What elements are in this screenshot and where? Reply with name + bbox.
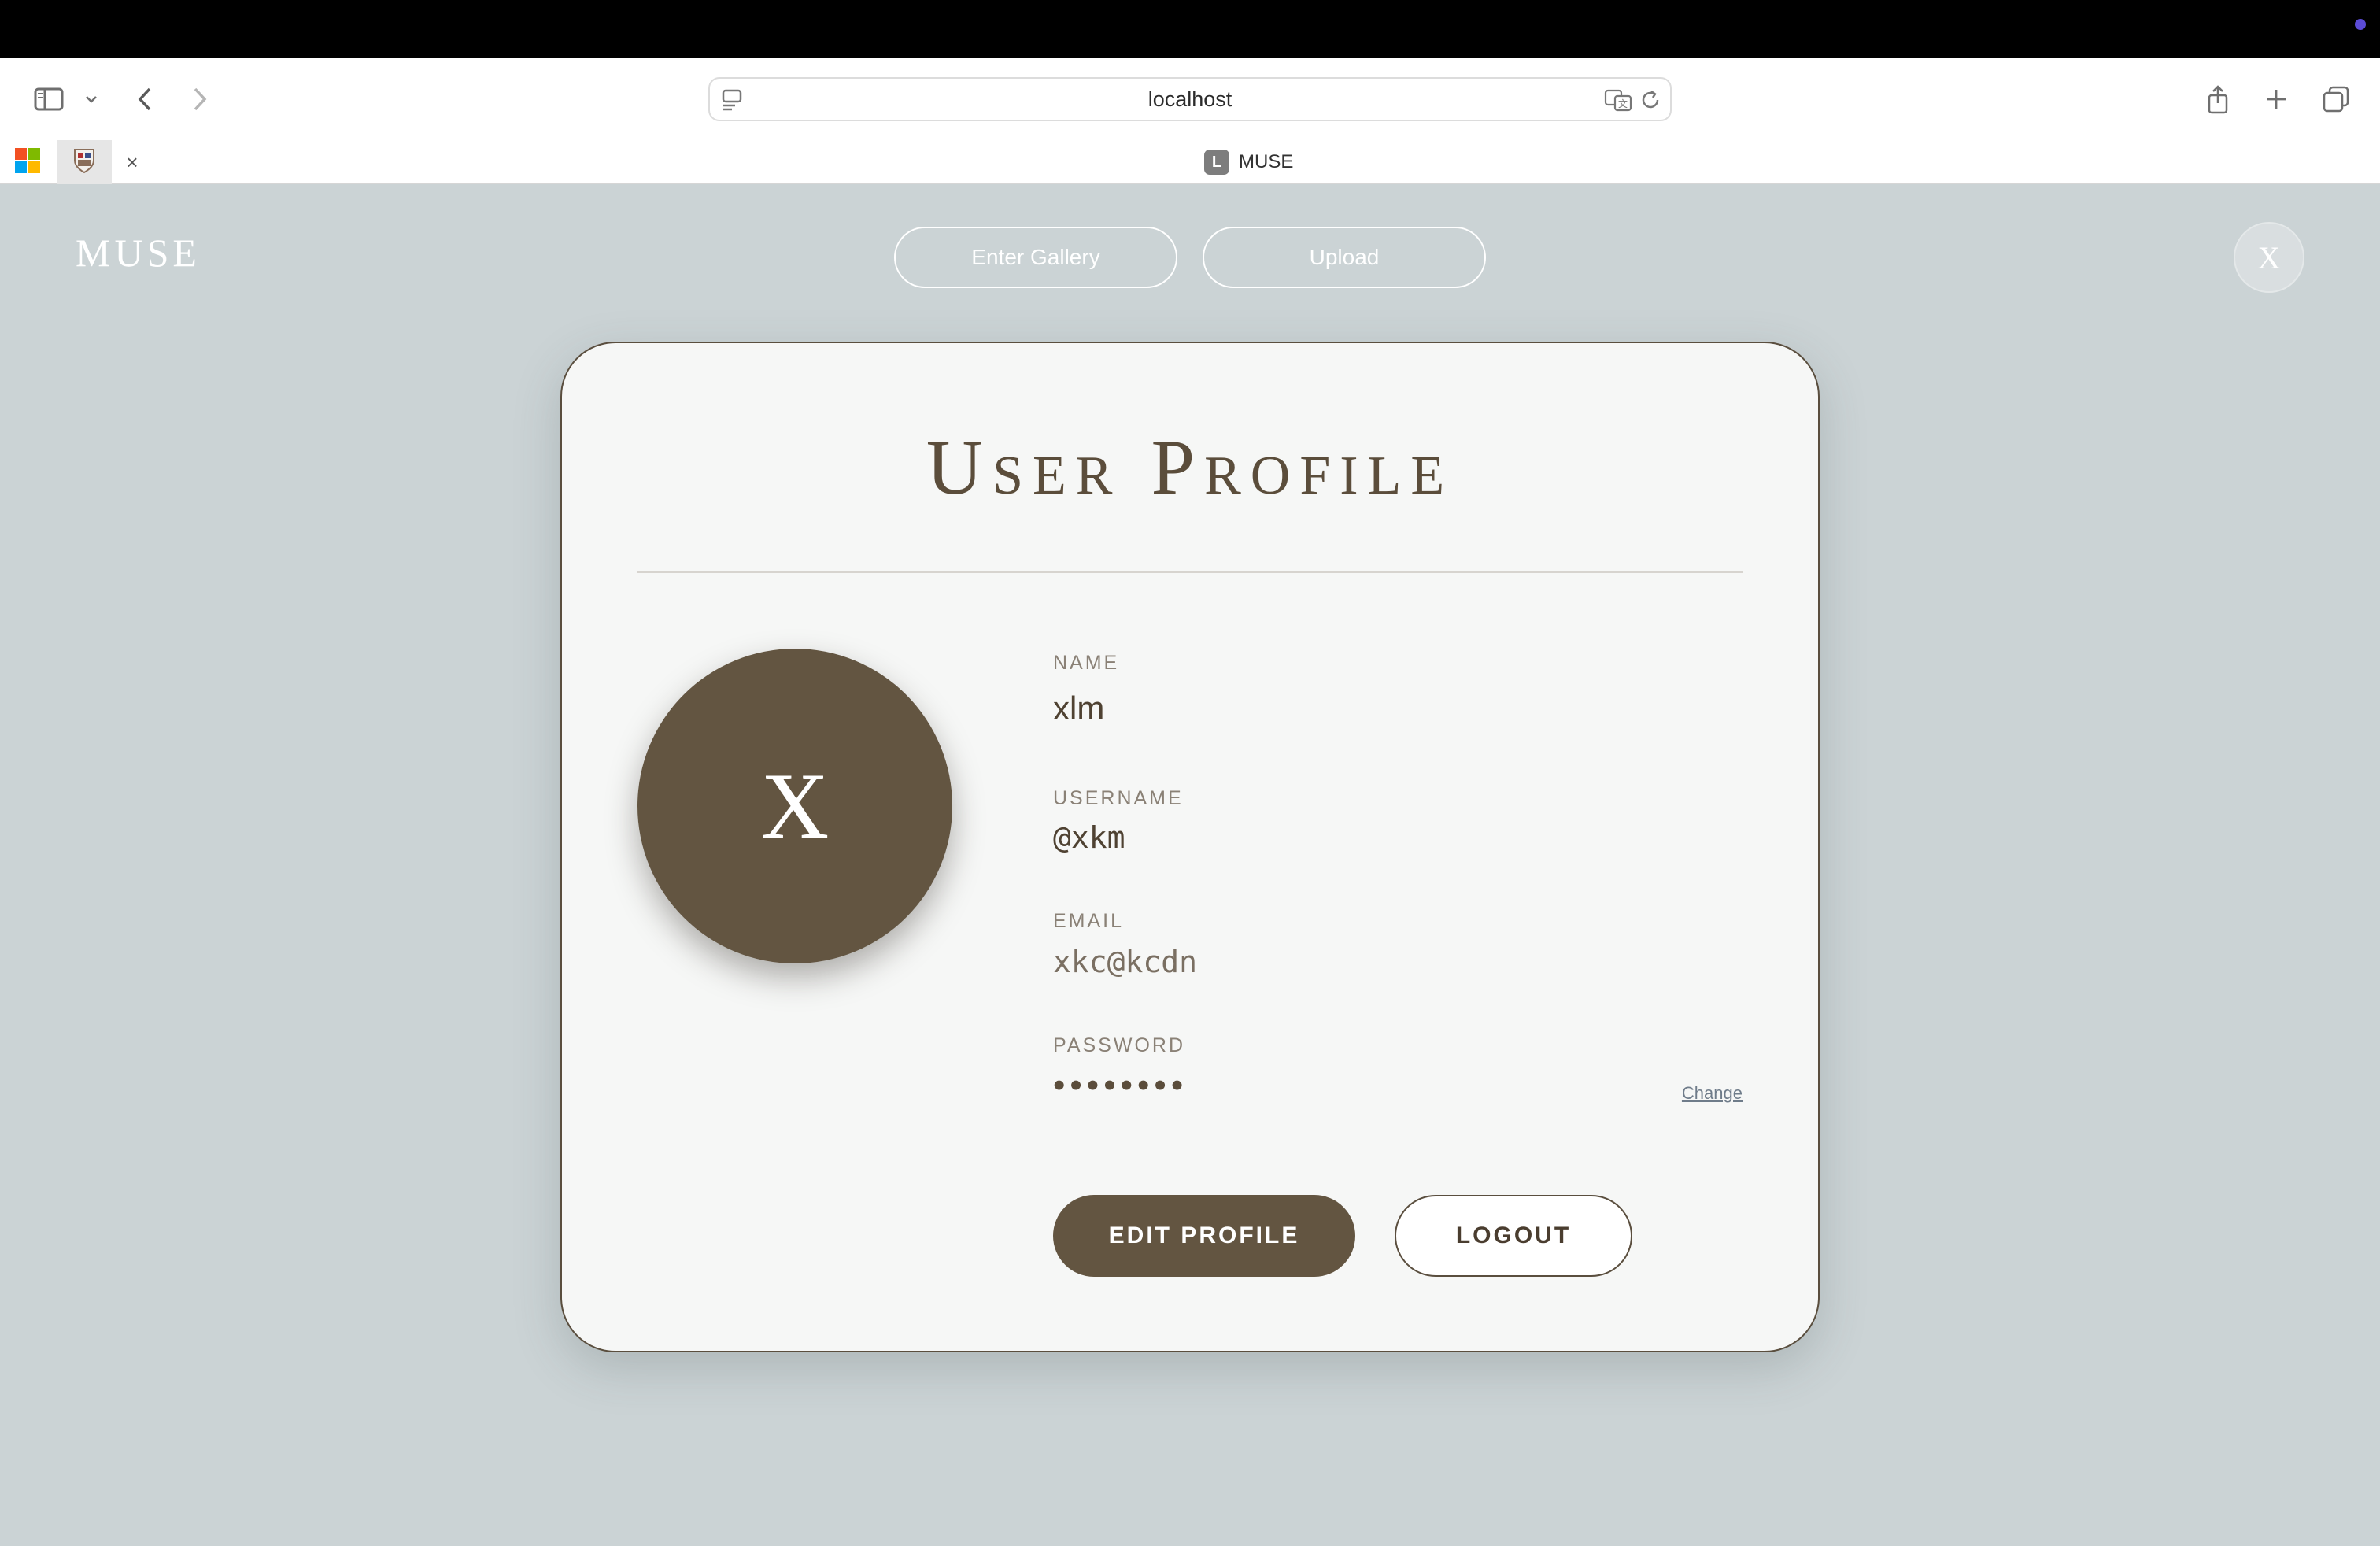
username-label: USERNAME [1053,787,1184,809]
tabs-icon[interactable] [2320,77,2352,121]
password-value: •••••••• [1053,1066,1188,1104]
plus-icon[interactable] [2260,77,2292,121]
active-tab[interactable]: L MUSE [1204,140,1293,184]
edit-profile-button[interactable]: EDIT PROFILE [1053,1195,1355,1277]
tab-title: MUSE [1239,151,1294,172]
tab-strip: × L MUSE [0,140,2380,184]
reload-icon[interactable] [1639,88,1662,116]
sidebar-icon[interactable] [30,77,68,121]
profile-avatar: X [638,649,952,963]
username-value: @xkm [1053,820,1125,855]
chevron-left-icon[interactable] [131,77,159,121]
brand-logo[interactable]: MUSE [76,230,201,276]
name-value: xlm [1053,690,1105,727]
enter-gallery-button[interactable]: Enter Gallery [894,227,1177,288]
email-value: xkc@kcdn [1053,945,1198,979]
translate-icon[interactable]: 文 [1604,88,1634,116]
user-avatar-button[interactable]: X [2234,222,2304,293]
title-divider [638,571,1743,573]
system-menu-bar [0,0,2380,58]
chevron-down-icon[interactable] [82,77,101,121]
password-label: PASSWORD [1053,1034,1185,1056]
logout-button[interactable]: LOGOUT [1395,1195,1632,1277]
profile-card: User Profile X NAME xlm USERNAME @xkm EM… [560,342,1820,1352]
tab-close-icon[interactable]: × [116,140,148,184]
chevron-right-icon[interactable] [186,77,214,121]
status-dot-icon [2355,19,2366,30]
email-label: EMAIL [1053,910,1125,932]
change-password-link[interactable]: Change [1682,1083,1743,1104]
page-title: User Profile [926,423,1454,511]
svg-text:文: 文 [1618,98,1628,109]
windows-logo-icon [14,147,41,178]
share-icon[interactable] [2202,77,2234,121]
url-text[interactable]: localhost [710,79,1670,120]
pinned-tab-crest[interactable] [57,140,112,184]
upload-button[interactable]: Upload [1203,227,1486,288]
address-bar[interactable]: localhost 文 [708,77,1672,121]
crest-icon [72,147,96,178]
pinned-tab-windows[interactable] [0,140,55,184]
tab-favicon: L [1204,150,1229,175]
name-label: NAME [1053,652,1120,674]
browser-toolbar: localhost 文 [0,58,2380,140]
